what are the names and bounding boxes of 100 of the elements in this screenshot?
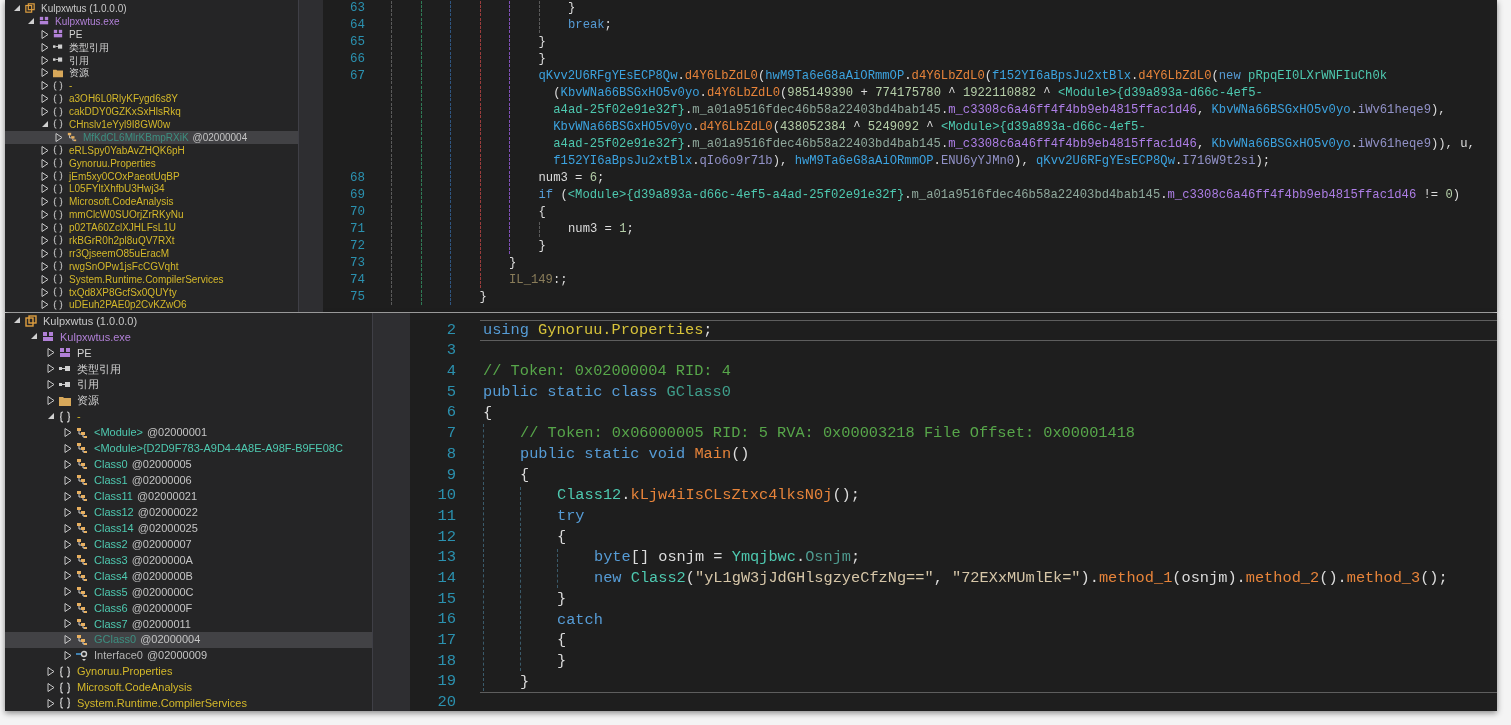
tree-toggle-icon[interactable]: [47, 683, 55, 693]
tree-item[interactable]: Class4 @0200000B: [5, 568, 372, 584]
tree-item[interactable]: Class14 @02000025: [5, 520, 372, 537]
tree-item[interactable]: 引用: [5, 376, 372, 393]
tree-item[interactable]: Class12 @02000022: [5, 504, 372, 521]
tree-toggle-icon[interactable]: [41, 107, 49, 117]
tree-item[interactable]: Microsoft.CodeAnalysis: [5, 679, 372, 696]
tree-item[interactable]: rr3QjseemO85uEracM: [5, 246, 298, 260]
tree-toggle-icon[interactable]: [41, 29, 49, 39]
tree-item[interactable]: PE: [5, 27, 298, 41]
tree-toggle-icon[interactable]: [41, 55, 49, 65]
tree-toggle-icon[interactable]: [64, 459, 72, 469]
tree-item[interactable]: PE: [5, 344, 372, 361]
tree-toggle-icon[interactable]: [47, 380, 55, 390]
tree-toggle-icon[interactable]: [41, 210, 49, 220]
tree-item[interactable]: rkBGrR0h2pl8uQV7RXt: [5, 234, 298, 247]
tree-item[interactable]: -: [5, 79, 298, 93]
tree-toggle-icon[interactable]: [41, 94, 49, 104]
tree-item[interactable]: CHnslv1eYyl9I8GW0w: [5, 118, 298, 131]
tree-toggle-icon[interactable]: [41, 274, 49, 284]
tree-toggle-icon[interactable]: [13, 3, 21, 13]
tree-toggle-icon[interactable]: [64, 571, 72, 581]
tree-toggle-icon[interactable]: [64, 507, 72, 517]
tree-toggle-icon[interactable]: [41, 158, 49, 168]
tree-toggle-icon[interactable]: [64, 443, 72, 453]
tree-toggle-icon[interactable]: [47, 396, 55, 406]
tree-item[interactable]: Gynoruu.Properties: [5, 663, 372, 680]
tree-toggle-icon[interactable]: [64, 587, 72, 597]
tree-item[interactable]: rwgSnOPw1jsFcCGVqht: [5, 259, 298, 273]
tree-item[interactable]: Class0 @02000005: [5, 456, 372, 473]
tree-item[interactable]: Class2 @02000007: [5, 536, 372, 553]
tree-toggle-icon[interactable]: [41, 223, 49, 233]
tree-item[interactable]: <Module>{D2D9F783-A9D4-4A8E-A98F-B9FE08C: [5, 440, 372, 457]
tree-toggle-icon[interactable]: [41, 119, 49, 129]
tree-toggle-icon[interactable]: [41, 68, 49, 78]
tree-item[interactable]: <Module> @02000001: [5, 424, 372, 441]
tree-item[interactable]: uDEuh2PAE0p2CvKZwO6: [5, 298, 298, 312]
tree-item[interactable]: a3OH6L0RlyKFygd6s8Y: [5, 92, 298, 106]
tree-item[interactable]: 资源: [5, 66, 298, 80]
tree-toggle-icon[interactable]: [41, 145, 49, 155]
tree-toggle-icon[interactable]: [64, 651, 72, 661]
tree-item[interactable]: Class7 @02000011: [5, 615, 372, 632]
tree-toggle-icon[interactable]: [41, 261, 49, 271]
tree-item[interactable]: L05FYltXhfbU3Hwj34: [5, 182, 298, 196]
tree-toggle-icon[interactable]: [64, 491, 72, 501]
tree-toggle-icon[interactable]: [64, 603, 72, 613]
tree-toggle-icon[interactable]: [41, 171, 49, 181]
tree-item[interactable]: GClass0 @02000004: [5, 631, 372, 648]
tree-toggle-icon[interactable]: [64, 635, 72, 645]
class-icon: [76, 522, 88, 535]
tree-toggle-icon[interactable]: [47, 698, 55, 708]
tree-toggle-icon[interactable]: [64, 555, 72, 565]
tree-item[interactable]: 类型引用: [5, 40, 298, 54]
tree-item[interactable]: Kulpxwtus.exe: [5, 328, 372, 345]
tree-toggle-icon[interactable]: [41, 287, 49, 297]
tree-item[interactable]: Kulpxwtus.exe: [5, 14, 298, 28]
tree-item[interactable]: 类型引用: [5, 360, 372, 377]
tree-item[interactable]: System.Runtime.CompilerServices: [5, 695, 372, 711]
tree-item[interactable]: mmClcW0SUOrjZrRKyNu: [5, 208, 298, 222]
tree-toggle-icon[interactable]: [41, 300, 49, 310]
tree-item[interactable]: Gynoruu.Properties: [5, 156, 298, 170]
tree-item[interactable]: Class5 @0200000C: [5, 583, 372, 600]
tree-toggle-icon[interactable]: [47, 364, 55, 374]
tree-item[interactable]: 资源: [5, 392, 372, 409]
tree-toggle-icon[interactable]: [64, 539, 72, 549]
tree-toggle-icon[interactable]: [41, 42, 49, 52]
tree-item[interactable]: Class11 @02000021: [5, 488, 372, 505]
tree-toggle-icon[interactable]: [47, 348, 55, 358]
tree-item[interactable]: Kulpxwtus (1.0.0.0): [5, 313, 372, 329]
tree-item[interactable]: eRLSpy0YabAvZHQK6pH: [5, 143, 298, 157]
tree-item[interactable]: jEm5xy0COxPaeotUqBP: [5, 169, 298, 183]
tree-item[interactable]: txQd8XP8GcfSx0QUYty: [5, 285, 298, 299]
tree-toggle-icon[interactable]: [30, 332, 38, 342]
tree-item[interactable]: 引用: [5, 53, 298, 67]
tree-item[interactable]: Class6 @0200000F: [5, 599, 372, 616]
tree-item[interactable]: -: [5, 408, 372, 425]
tree-toggle-icon[interactable]: [47, 667, 55, 677]
tree-toggle-icon[interactable]: [64, 619, 72, 629]
tree-toggle-icon[interactable]: [41, 248, 49, 258]
tree-toggle-icon[interactable]: [41, 81, 49, 91]
tree-toggle-icon[interactable]: [55, 132, 63, 142]
tree-item[interactable]: cakDDY0GZKxSxHlsRkq: [5, 105, 298, 118]
tree-item[interactable]: p02TA60ZclXJHLFsL1U: [5, 221, 298, 235]
tree-toggle-icon[interactable]: [64, 428, 72, 438]
tree-toggle-icon[interactable]: [13, 316, 21, 326]
tree-toggle-icon[interactable]: [64, 523, 72, 533]
tree-toggle-icon[interactable]: [27, 16, 35, 26]
tree-toggle-icon[interactable]: [41, 197, 49, 207]
tree-toggle-icon[interactable]: [41, 235, 49, 245]
line-number: 3: [446, 340, 456, 362]
tree-item[interactable]: Microsoft.CodeAnalysis: [5, 195, 298, 209]
tree-toggle-icon[interactable]: [41, 184, 49, 194]
tree-toggle-icon[interactable]: [47, 412, 55, 422]
tree-item[interactable]: Class1 @02000006: [5, 472, 372, 489]
tree-item[interactable]: System.Runtime.CompilerServices: [5, 272, 298, 286]
tree-item[interactable]: Interface0 @02000009: [5, 647, 372, 664]
tree-item[interactable]: Kulpxwtus (1.0.0.0): [5, 2, 298, 15]
tree-toggle-icon[interactable]: [64, 475, 72, 485]
tree-item[interactable]: Class3 @0200000A: [5, 552, 372, 568]
tree-item[interactable]: MfKdCL6MlrKBmpRXiK @02000004: [5, 130, 298, 144]
